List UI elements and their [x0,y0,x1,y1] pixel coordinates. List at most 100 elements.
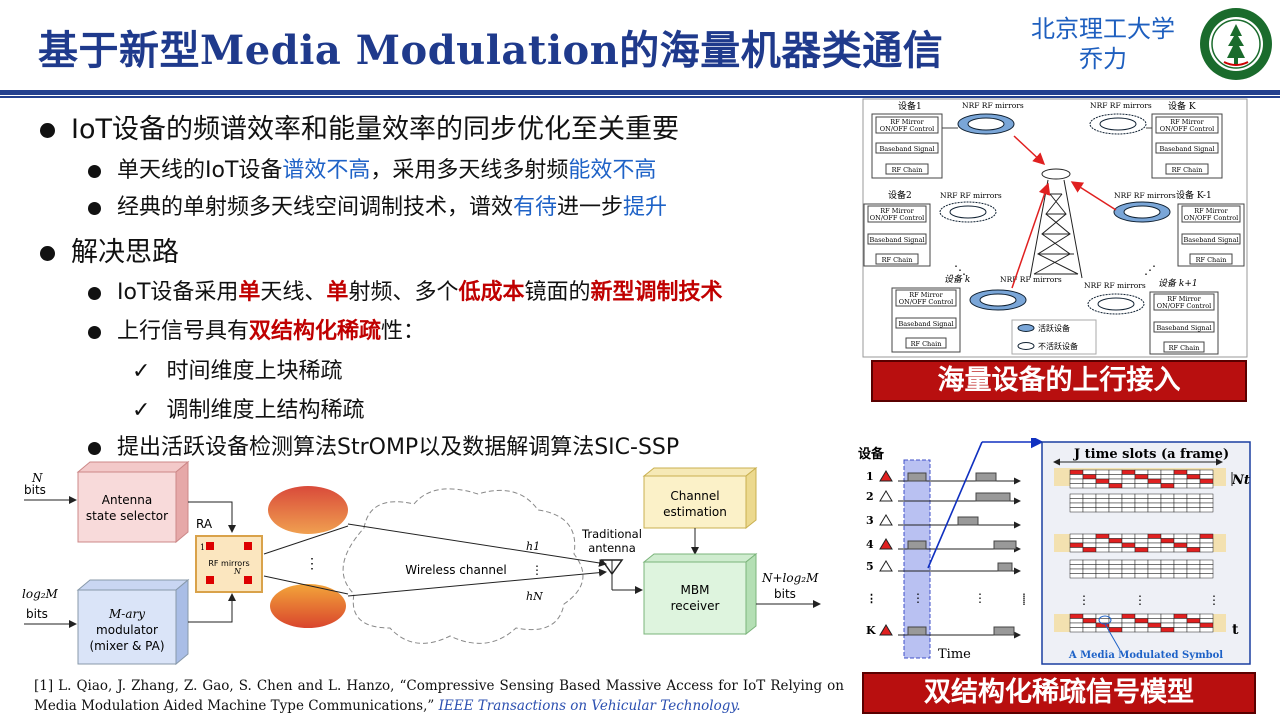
matrix-cell [1095,618,1110,624]
matrix-cell [1082,622,1097,628]
matrix-cell [1173,573,1188,579]
matrix-cell [1121,533,1136,539]
time-label: Time [938,647,971,662]
matrix-cell [1095,559,1110,565]
header-rule [0,90,1280,95]
matrix-cell [1069,507,1084,513]
chest-label-2: estimation [663,505,727,519]
baseband-label: Baseband Signal [879,145,934,153]
matrix-cell [1173,618,1188,624]
matrix-cell [1134,627,1149,633]
signal-block [975,492,1011,502]
matrix-cell [1121,573,1136,579]
text: 单天线的IoT设备 [117,158,283,183]
matrix-cell [1186,483,1201,489]
signal-block [997,562,1013,572]
matrix-cell [1147,493,1162,499]
matrix-cell [1108,507,1123,513]
matrix-cell [1069,618,1084,624]
input-n-bits: bits [24,483,46,497]
matrix-cell [1147,538,1162,544]
symbol-label: A Media Modulated Symbol [1068,650,1223,661]
matrix-cell [1069,564,1084,570]
ra-label: RA [196,517,213,531]
matrix-cell [1199,568,1214,574]
matrix-cell [1134,533,1149,539]
matrix-cell [1082,478,1097,484]
active-cell [1082,474,1097,480]
matrix-cell [1186,564,1201,570]
matrix-cell [1160,542,1175,548]
active-cell [1173,469,1188,475]
text: 性： [381,319,426,344]
matrix-cell [1173,559,1188,565]
university-name: 北京理工大学 [1031,15,1175,43]
matrix-cell [1082,538,1097,544]
frame-label: J time slots (a frame) [1073,447,1229,462]
matrix-cell [1121,502,1136,508]
legend-inactive: 不活跃设备 [1038,341,1078,351]
signal-block [975,472,997,482]
matrix-cell [1069,627,1084,633]
matrix-cell [1173,478,1188,484]
matrix-cell [1121,498,1136,504]
baseband-label: Baseband Signal [898,320,953,328]
matrix-cell [1134,483,1149,489]
rfchain-label: RF Chain [1196,256,1227,264]
pattern-ellipsis: ⋮ [305,556,319,572]
matrix-cell [1199,613,1214,619]
matrix-cell [1134,542,1149,548]
matrix-cell [1069,568,1084,574]
rfchain-label: RF Chain [1172,166,1203,174]
matrix-cell [1121,564,1136,570]
matrix-cell [1069,547,1084,553]
matrix-cell [1160,622,1175,628]
matrix-cell [1134,507,1149,513]
matrix-cell [1095,547,1110,553]
uplink-access-caption: 海量设备的上行接入 [871,360,1247,402]
matrix-cell [1134,478,1149,484]
matrix-cell [1082,542,1097,548]
matrix-ellipsis: ⋮ [1134,593,1146,607]
matrix-cell [1095,568,1110,574]
matrix-cell [1095,502,1110,508]
bullet-dot [88,164,101,178]
matrix-cell [1186,538,1201,544]
active-cell [1186,547,1201,553]
author-name: 乔力 [1079,45,1127,73]
modulator-label-1: M-ary [108,607,145,621]
matrix-cell [1186,502,1201,508]
rfchain-label: RF Chain [882,256,913,264]
matrix-cell [1199,564,1214,570]
sparse-signal-figure: 设备 1 2 3 4 5 ⋮ ⋮ ⋮ ⋮ K Time J time slots (a frame… [858,438,1251,665]
matrix-cell [1095,542,1110,548]
matrix-cell [1108,564,1123,570]
matrix-cell [1186,559,1201,565]
signal-block [993,626,1015,636]
matrix-cell [1069,573,1084,579]
matrix-cell [1173,483,1188,489]
text: 时间维度上块稀疏 [166,359,343,384]
rf-mirror-label-2: ON/OFF Control [1184,214,1238,222]
matrix-cell [1095,564,1110,570]
matrix-cell [1186,573,1201,579]
device-k-mirrors: NRF RF mirrors [1090,101,1152,110]
matrix-cell [1095,483,1110,489]
matrix-cell [1069,474,1084,480]
matrix-cell [1160,507,1175,513]
highlight-text: 双结构化稀疏 [249,319,382,344]
device-k1-label: 设备 K-1 [1176,189,1212,201]
matrix-cell [1147,483,1162,489]
matrix-cell [1199,507,1214,513]
matrix-cell [1095,474,1110,480]
highlight-text: 新型调制技术 [590,280,723,305]
matrix-ellipsis: ⋮ [1018,593,1030,607]
matrix-cell [1160,559,1175,565]
rfchain-label: RF Chain [1169,344,1200,352]
matrix-cell [1082,564,1097,570]
matrix-cell [1160,564,1175,570]
matrix-cell [1069,538,1084,544]
matrix-cell [1199,493,1214,499]
highlight-text: 低成本 [458,280,525,305]
matrix-cell [1160,573,1175,579]
